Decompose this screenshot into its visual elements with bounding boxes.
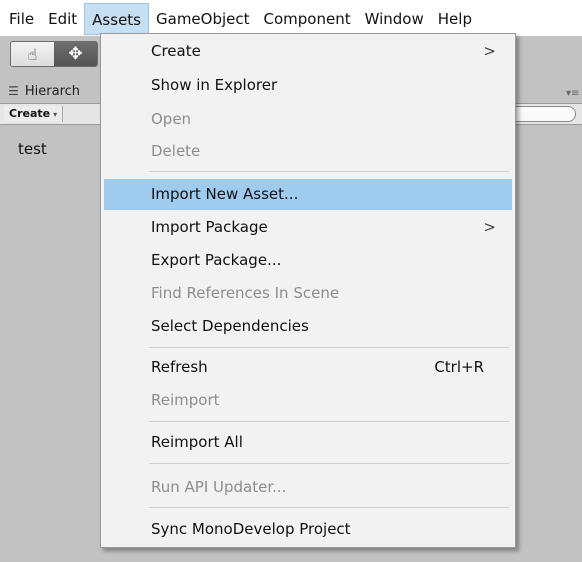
menu-item-label: Import New Asset...	[151, 185, 299, 203]
menu-item-label: Run API Updater...	[151, 478, 287, 496]
menu-item-delete: Delete	[102, 136, 514, 167]
assets-dropdown-menu: Create > Show in Explorer Open Delete Im…	[100, 33, 516, 548]
chevron-down-icon: ▾	[53, 110, 58, 119]
menu-window[interactable]: Window	[358, 3, 431, 35]
menu-item-label: Find References In Scene	[151, 284, 340, 302]
menu-item-import-new-asset[interactable]: Import New Asset...	[104, 179, 512, 210]
menu-item-create[interactable]: Create >	[102, 36, 514, 67]
menu-separator	[149, 507, 509, 508]
menu-separator	[149, 171, 509, 172]
menu-item-label: Delete	[151, 142, 201, 160]
list-icon: ☰	[8, 84, 19, 98]
chevron-right-icon: >	[483, 42, 496, 60]
menu-item-label: Open	[151, 110, 192, 128]
shortcut-label: Ctrl+R	[434, 358, 484, 376]
move-icon: ✥	[68, 44, 83, 64]
menu-item-label: Export Package...	[151, 251, 282, 269]
menu-item-label: Reimport	[151, 391, 220, 409]
menu-separator	[149, 347, 509, 348]
tab-hierarchy[interactable]: ☰ Hierarch	[0, 80, 100, 102]
menu-item-export-package[interactable]: Export Package...	[102, 245, 514, 276]
menu-file[interactable]: File	[2, 3, 41, 35]
menu-item-label: Create	[151, 42, 201, 60]
transform-tools: ☝ ✥	[10, 41, 98, 67]
menu-item-open: Open	[102, 104, 514, 135]
create-label: Create	[9, 107, 51, 120]
menu-item-run-api-updater: Run API Updater...	[102, 472, 514, 503]
menu-item-sync-monodevelop[interactable]: Sync MonoDevelop Project	[102, 514, 514, 545]
menu-item-reimport: Reimport	[102, 385, 514, 416]
move-tool-button[interactable]: ✥	[54, 42, 97, 66]
menu-separator	[149, 421, 509, 422]
menu-gameobject[interactable]: GameObject	[149, 3, 257, 35]
menu-item-find-references: Find References In Scene	[102, 278, 514, 309]
menu-edit[interactable]: Edit	[41, 3, 84, 35]
menu-component[interactable]: Component	[257, 3, 358, 35]
chevron-right-icon: >	[483, 218, 496, 236]
menu-separator	[149, 463, 509, 464]
menu-help[interactable]: Help	[431, 3, 479, 35]
menu-item-label: Reimport All	[151, 433, 243, 451]
menu-item-label: Show in Explorer	[151, 76, 278, 94]
hand-tool-button[interactable]: ☝	[11, 42, 54, 66]
menu-item-refresh[interactable]: Refresh Ctrl+R	[102, 352, 514, 383]
panel-menu-icon[interactable]: ▾≡	[566, 88, 579, 99]
menu-item-select-dependencies[interactable]: Select Dependencies	[102, 311, 514, 342]
menu-item-show-in-explorer[interactable]: Show in Explorer	[102, 70, 514, 101]
menu-item-reimport-all[interactable]: Reimport All	[102, 427, 514, 458]
menu-item-label: Import Package	[151, 218, 268, 236]
hierarchy-item-test[interactable]: test	[18, 140, 47, 158]
menu-item-label: Select Dependencies	[151, 317, 309, 335]
menu-item-label: Sync MonoDevelop Project	[151, 520, 351, 538]
menu-item-label: Refresh	[151, 358, 208, 376]
tab-hierarchy-label: Hierarch	[24, 84, 81, 99]
hierarchy-create-dropdown[interactable]: Create ▾	[4, 106, 64, 122]
hand-icon: ☝	[27, 44, 38, 64]
menu-item-import-package[interactable]: Import Package >	[102, 212, 514, 243]
menu-bar: File Edit Assets GameObject Component Wi…	[0, 0, 582, 36]
menu-assets[interactable]: Assets	[84, 3, 149, 35]
